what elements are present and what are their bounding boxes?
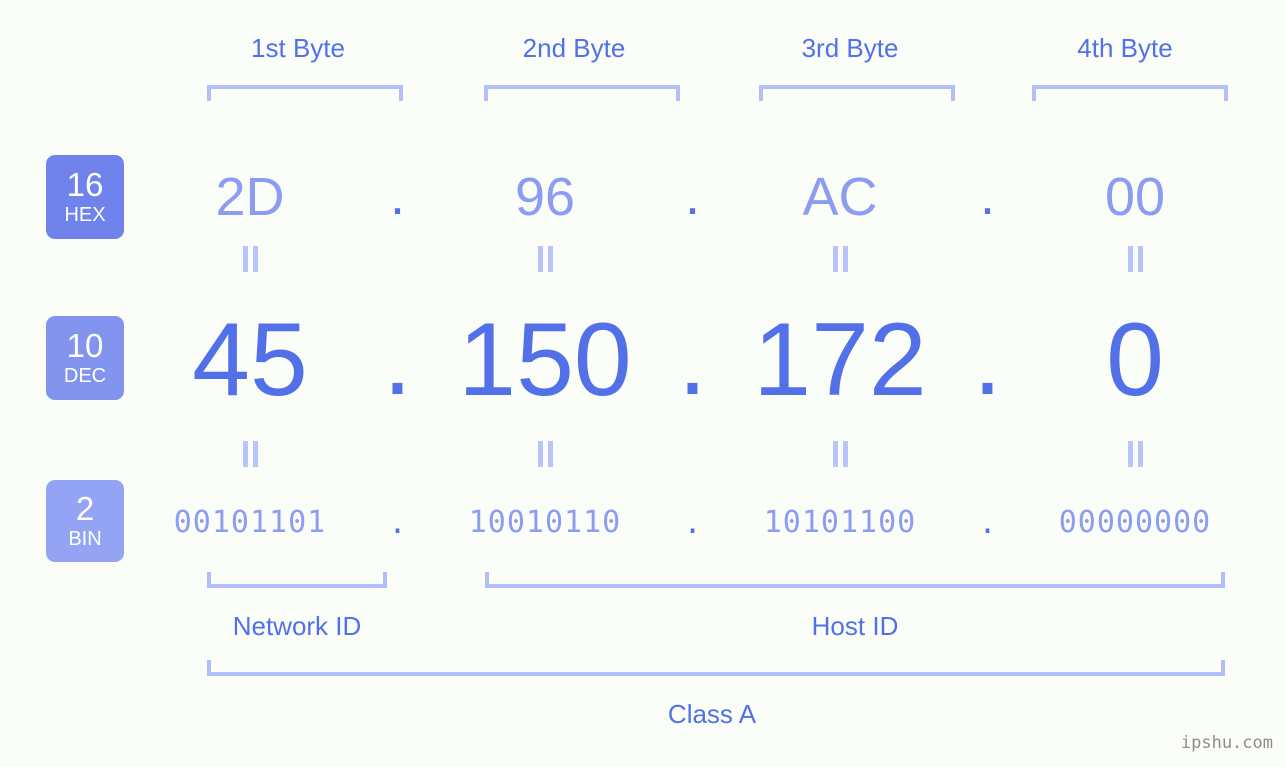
equals-icon [537,245,553,272]
class-label: Class A [667,699,757,729]
byte-header-2: 2nd Byte [522,33,626,63]
byte-header-1: 1st Byte [251,33,345,63]
equals-icon [832,440,848,467]
equals-icon [1127,440,1143,467]
base-badge-hex-name: HEX [64,203,106,226]
equals-icon [242,245,258,272]
equals-icon [1127,245,1143,272]
hex-value-row: 2D . 96 . AC . 00 [150,152,1235,242]
network-id-bracket [207,572,387,588]
bin-byte-1: 00101101 [173,505,327,540]
class-bracket [207,660,1225,676]
hex-byte-1: 2D [215,167,285,227]
dec-byte-2: 150 [458,302,632,418]
dec-byte-4: 0 [1106,302,1164,418]
decimal-value-row: 45 . 150 . 172 . 0 [150,300,1235,420]
ip-address-diagram: 1st Byte 2nd Byte 3rd Byte 4th Byte 16 H… [0,0,1285,767]
base-badge-bin[interactable]: 2 BIN [46,480,124,562]
base-badge-dec[interactable]: 10 DEC [46,316,124,400]
dec-separator-2: . [678,301,707,418]
binary-value-row: 00101101 . 10010110 . 10101100 . 0000000… [150,495,1235,551]
base-badge-hex-number: 16 [66,166,104,204]
hex-byte-4: 00 [1104,167,1166,227]
bin-separator-1: . [388,505,407,541]
byte-bracket-4 [1032,85,1228,101]
hex-byte-2: 96 [514,167,576,227]
byte-header-3: 3rd Byte [801,33,899,63]
bin-byte-2: 10010110 [468,505,622,540]
base-badge-bin-number: 2 [75,490,95,528]
host-id-label: Host ID [811,611,899,641]
equals-icon [242,440,258,467]
dec-separator-3: . [973,301,1002,418]
hex-byte-3: AC [802,167,878,227]
site-watermark: ipshu.com [1180,733,1273,753]
bin-byte-3: 10101100 [763,505,917,540]
byte-header-4: 4th Byte [1077,33,1173,63]
dec-byte-1: 45 [192,302,308,418]
hex-separator-3: . [979,166,995,227]
base-badge-dec-name: DEC [63,364,107,387]
equality-row-hex-dec [150,245,1235,275]
byte-bracket-1 [207,85,403,101]
equals-icon [537,440,553,467]
byte-bracket-3 [759,85,955,101]
base-badge-bin-name: BIN [68,527,102,550]
byte-bracket-2 [484,85,680,101]
base-badge-dec-number: 10 [66,327,104,365]
hex-separator-2: . [684,166,700,227]
base-badge-hex[interactable]: 16 HEX [46,155,124,239]
host-id-bracket [485,572,1225,588]
hex-separator-1: . [389,166,405,227]
equals-icon [832,245,848,272]
bin-separator-2: . [683,505,702,541]
equality-row-dec-bin [150,440,1235,470]
bin-byte-4: 00000000 [1058,505,1212,540]
network-id-label: Network ID [232,611,362,641]
dec-byte-3: 172 [753,302,927,418]
dec-separator-1: . [383,301,412,418]
bin-separator-3: . [978,505,997,541]
